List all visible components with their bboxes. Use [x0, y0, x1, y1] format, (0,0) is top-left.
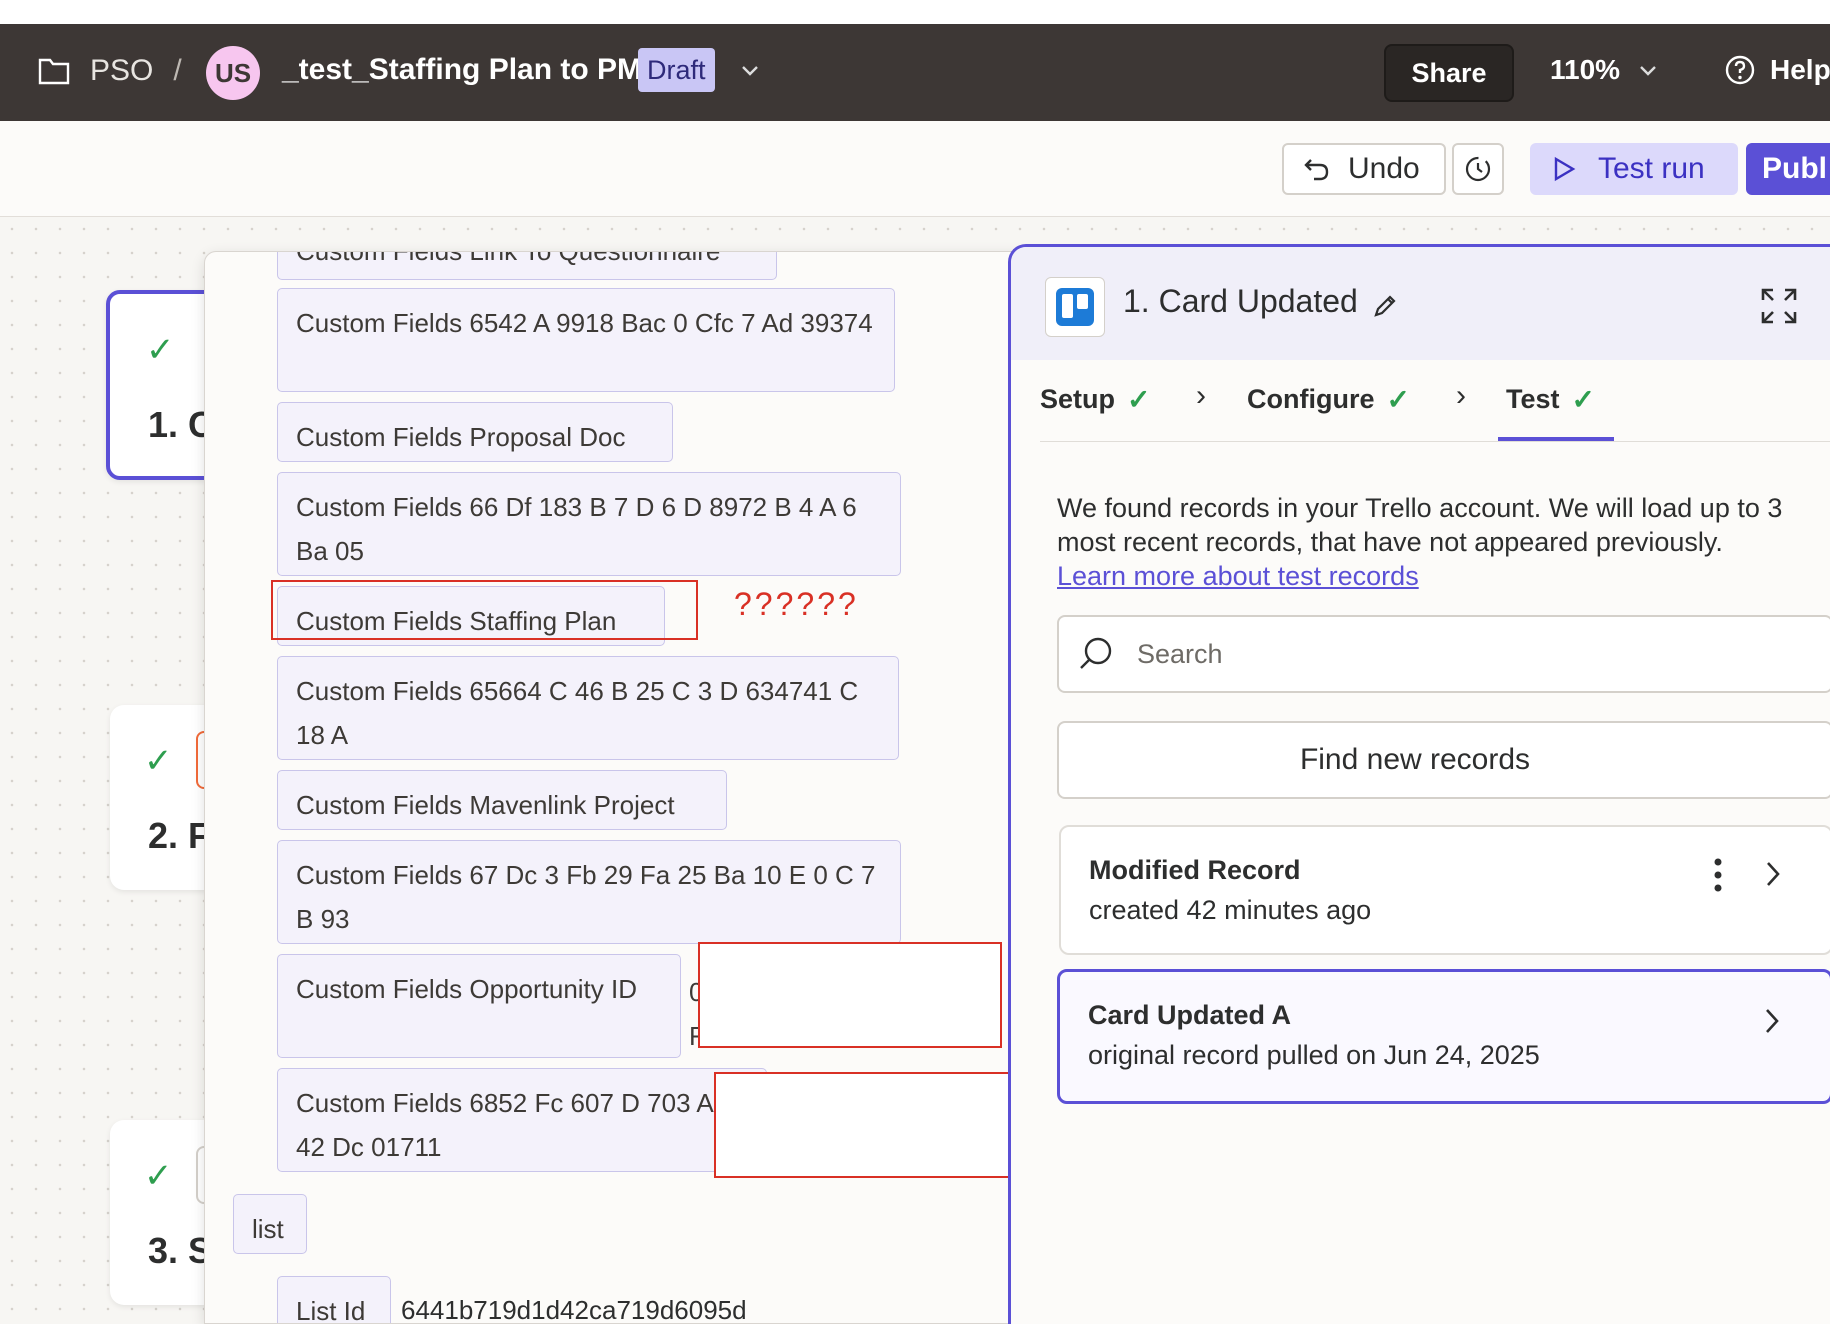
search-icon: [1080, 637, 1112, 669]
check-icon: ✓: [1571, 384, 1595, 415]
more-options-icon[interactable]: [1713, 857, 1723, 893]
field-chip[interactable]: Custom Fields 65664 C 46 B 25 C 3 D 6347…: [277, 656, 899, 760]
edit-pencil-icon[interactable]: [1371, 292, 1399, 320]
field-chip[interactable]: Custom Fields 6852 Fc 607 D 703 Ac 42 Dc…: [277, 1068, 767, 1172]
undo-icon: [1304, 159, 1329, 181]
field-value: 6441b719d1d42ca719d6095d: [401, 1295, 747, 1324]
field-chip[interactable]: Custom Fields 67 Dc 3 Fb 29 Fa 25 Ba 10 …: [277, 840, 901, 944]
folder-icon: [38, 58, 70, 85]
info-text: We found records in your Trello account.…: [1057, 493, 1783, 557]
history-icon: [1465, 156, 1491, 182]
breadcrumb-separator: /: [173, 54, 182, 87]
chevron-right-icon[interactable]: [1762, 1006, 1782, 1036]
folder-name: PSO: [90, 54, 154, 87]
field-chip[interactable]: Custom Fields Link To Questionnaire: [277, 252, 777, 280]
step-3-title: 3. S: [148, 1230, 213, 1271]
field-chip[interactable]: Custom Fields Mavenlink Project: [277, 770, 727, 830]
tab-configure[interactable]: Configure ✓: [1247, 383, 1410, 416]
annotation-redaction-box: [714, 1072, 1020, 1178]
field-chip[interactable]: Custom Fields Opportunity ID: [277, 954, 681, 1058]
step-2-title: 2. F: [148, 815, 211, 856]
annotation-question-marks: ??????: [734, 586, 859, 622]
tab-test[interactable]: Test ✓: [1506, 383, 1595, 416]
play-icon: [1554, 156, 1576, 182]
editor-toolbar: Undo Test run Publ: [0, 121, 1830, 217]
share-button[interactable]: Share: [1384, 44, 1514, 102]
record-item[interactable]: Modified Record created 42 minutes ago: [1059, 825, 1830, 955]
chevron-down-icon: [1640, 66, 1656, 76]
chevron-right-icon[interactable]: [1763, 859, 1783, 889]
field-chip[interactable]: Custom Fields 66 Df 183 B 7 D 6 D 8972 B…: [277, 472, 901, 576]
record-subtitle: created 42 minutes ago: [1089, 895, 1372, 925]
check-icon: ✓: [1127, 384, 1151, 415]
zoom-select[interactable]: 110%: [1550, 54, 1660, 86]
help-label: Help: [1770, 54, 1830, 85]
chevron-right-icon: ›: [1196, 379, 1206, 412]
tab-test-label: Test: [1506, 384, 1560, 414]
zap-title[interactable]: _test_Staffing Plan to PM: [282, 53, 642, 87]
check-icon: ✓: [146, 331, 175, 369]
zoom-value: 110%: [1550, 54, 1621, 85]
record-title: Modified Record: [1089, 855, 1301, 885]
folder-breadcrumb[interactable]: PSO /: [38, 54, 182, 88]
chevron-right-icon: ›: [1456, 379, 1466, 412]
panel-header: 1. Card Updated: [1011, 247, 1830, 360]
top-bar: PSO / US _test_Staffing Plan to PM Draft…: [0, 24, 1830, 121]
search-placeholder: Search: [1137, 639, 1223, 669]
help-button[interactable]: Help: [1724, 54, 1830, 86]
record-item-selected[interactable]: Card Updated A original record pulled on…: [1057, 969, 1830, 1104]
tab-setup-label: Setup: [1040, 384, 1116, 414]
title-menu-button[interactable]: [738, 58, 762, 82]
check-icon: ✓: [144, 742, 173, 780]
search-input[interactable]: Search: [1057, 615, 1830, 693]
field-chip[interactable]: List Id: [277, 1276, 391, 1323]
test-run-button[interactable]: Test run: [1530, 143, 1738, 195]
annotation-highlight-box: [271, 580, 698, 640]
field-chip[interactable]: Custom Fields Proposal Doc: [277, 402, 673, 462]
step-title[interactable]: 1. Card Updated: [1123, 283, 1358, 320]
avatar[interactable]: US: [206, 46, 260, 100]
field-group-chip[interactable]: list: [233, 1194, 307, 1254]
tab-setup[interactable]: Setup ✓: [1040, 383, 1150, 416]
check-icon: ✓: [144, 1157, 173, 1195]
test-run-label: Test run: [1598, 152, 1705, 185]
status-badge: Draft: [638, 48, 715, 92]
find-new-records-button[interactable]: Find new records: [1057, 721, 1830, 799]
check-icon: ✓: [1386, 384, 1410, 415]
step-editor-panel: 1. Card Updated Setup ✓ › Configure ✓ › …: [1008, 244, 1830, 1324]
trello-icon: [1045, 277, 1105, 337]
annotation-redaction-box: [698, 942, 1002, 1048]
publish-button[interactable]: Publ: [1746, 143, 1830, 195]
record-title: Card Updated A: [1088, 1000, 1292, 1030]
version-history-button[interactable]: [1452, 143, 1504, 195]
tab-divider: [1040, 441, 1830, 442]
help-icon: [1725, 55, 1755, 85]
chevron-down-icon: [742, 66, 758, 76]
record-subtitle: original record pulled on Jun 24, 2025: [1088, 1040, 1540, 1070]
learn-more-link[interactable]: Learn more about test records: [1057, 559, 1419, 593]
undo-button[interactable]: Undo: [1282, 143, 1446, 195]
tab-configure-label: Configure: [1247, 384, 1375, 414]
expand-icon[interactable]: [1760, 287, 1798, 325]
field-chip[interactable]: Custom Fields 6542 A 9918 Bac 0 Cfc 7 Ad…: [277, 288, 895, 392]
undo-label: Undo: [1348, 152, 1420, 185]
